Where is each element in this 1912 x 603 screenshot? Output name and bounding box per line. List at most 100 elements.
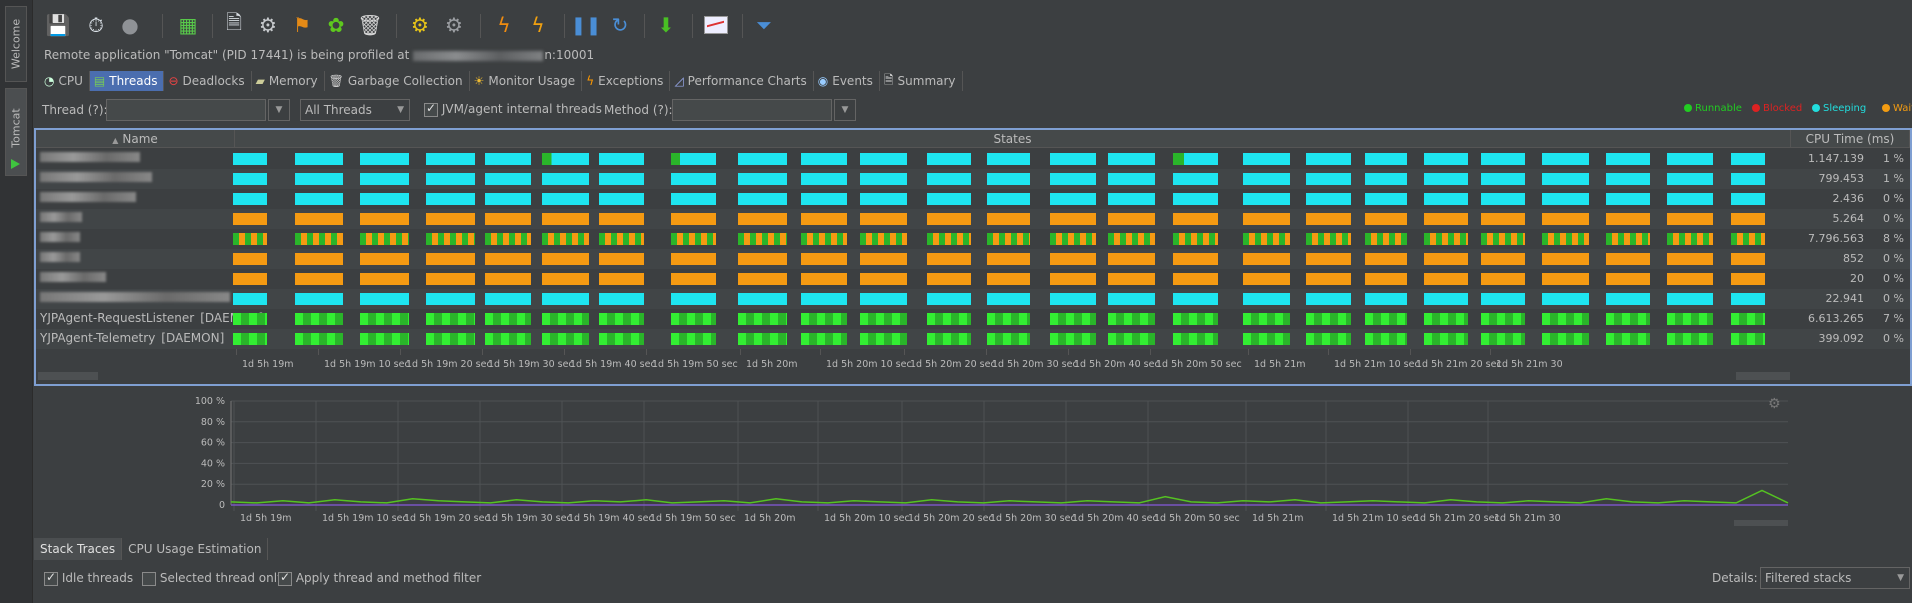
side-tab-tomcat-label: Tomcat [9, 107, 23, 148]
scroll-thumb[interactable] [1736, 372, 1790, 380]
state-segment [542, 173, 589, 185]
state-segment [1542, 193, 1589, 205]
cpu-column-header[interactable]: CPU Time (ms) [1791, 130, 1910, 148]
state-segment [426, 333, 475, 345]
state-segment [1667, 233, 1713, 245]
state-segment [1481, 273, 1525, 285]
state-segment [426, 253, 475, 265]
tab-exceptions[interactable]: ϟ Exceptions [582, 71, 671, 91]
cpu-percent-value: 0 % [1883, 272, 1904, 285]
tab-threads[interactable]: ▤ Threads [89, 71, 165, 91]
apply-filter-checkbox[interactable]: Apply thread and method filter [278, 570, 481, 586]
tab-cpu-usage-estimation[interactable]: CPU Usage Estimation [122, 538, 269, 560]
state-segment [295, 273, 343, 285]
tab-stack-traces[interactable]: Stack Traces [34, 538, 123, 560]
state-segment [426, 213, 475, 225]
legend-dot-icon [1882, 104, 1890, 112]
cpu-gear-icon[interactable]: ⚙ [406, 11, 434, 39]
tab-label: Monitor Usage [488, 74, 576, 88]
export-icon[interactable]: 🗎 [220, 10, 248, 39]
table-row[interactable]: YJPAgent-Telemetry [DAEMON] 399.092 0 % [36, 329, 1910, 349]
state-segment [542, 273, 589, 285]
details-select[interactable]: Filtered stacks ▼ [1760, 567, 1910, 589]
x-tick-label: 1d 5h 19m 20 sec [404, 513, 490, 524]
tab-cpu[interactable]: ◔ CPU [40, 71, 90, 91]
thread-filter-input[interactable] [106, 99, 266, 121]
capture-memory-icon[interactable]: ● [116, 11, 144, 39]
thread-name: YJPAgent-RequestListener [DAEMON] [40, 311, 263, 325]
state-segment [1481, 153, 1525, 165]
flag-icon[interactable]: ⚑ [288, 11, 316, 39]
refresh-icon[interactable]: ↻ [606, 11, 634, 39]
state-segment [927, 333, 971, 345]
tab-label: Summary [897, 74, 956, 88]
state-segment [927, 253, 971, 265]
tab-monitor-usage[interactable]: ☀ Monitor Usage [470, 71, 583, 91]
horizontal-scrollbar[interactable] [38, 372, 98, 380]
legend-dot-icon [1812, 104, 1820, 112]
state-segment [1731, 213, 1765, 225]
toolbar: 💾 ⏱ ● ▦ 🗎 ⚙ ⚑ ✿ 🗑 ⚙ ⚙ ϟ ϟ ❚❚ ↻ ⬇ ⏷ [34, 8, 794, 46]
state-segment [1173, 313, 1218, 325]
pause-icon[interactable]: ❚❚ [571, 11, 601, 39]
table-row[interactable]: 7.796.563 8 % [36, 229, 1910, 249]
state-segment [1050, 273, 1096, 285]
table-row[interactable]: YJPAgent-RequestListener [DAEMON] 6.613.26… [36, 309, 1910, 329]
state-segment [1667, 313, 1713, 325]
table-row[interactable]: 1.147.139 1 % [36, 149, 1910, 169]
lightning-icon[interactable]: ϟ [490, 11, 518, 39]
tab-events[interactable]: ◉ Events [814, 71, 880, 91]
cpu-time-value: 399.092 [1818, 332, 1865, 345]
run-gc-icon[interactable]: ⚙ [254, 11, 282, 39]
side-tab-tomcat[interactable]: Tomcat [5, 88, 27, 176]
thread-scope-select[interactable]: All Threads ▼ [300, 99, 410, 121]
table-row[interactable]: 5.264 0 % [36, 209, 1910, 229]
table-row[interactable]: 2.436 0 % [36, 189, 1910, 209]
table-row[interactable]: 22.941 0 % [36, 289, 1910, 309]
states-column-header[interactable]: States [235, 130, 1791, 148]
chart-icon[interactable] [702, 11, 730, 39]
timeline-tick-label: 1d 5h 20m 10 sec [826, 359, 912, 370]
tab-summary[interactable]: 🗎 Summary [880, 71, 963, 91]
filter-icon[interactable]: ⏷ [750, 11, 778, 39]
x-tick-label: 1d 5h 19m 10 sec [322, 513, 408, 524]
tab-deadlocks[interactable]: ⊖ Deadlocks [164, 71, 252, 91]
deadlock-icon: ⊖ [168, 74, 179, 88]
settings-gears-icon[interactable]: ✿ [322, 11, 350, 39]
gear-icon[interactable]: ⚙ [440, 11, 468, 39]
memory-snapshot-icon[interactable]: ▦ [174, 11, 202, 39]
table-row[interactable]: 799.453 1 % [36, 169, 1910, 189]
state-segment [1667, 273, 1713, 285]
state-segment [927, 233, 971, 245]
trash-icon[interactable]: 🗑 [356, 11, 384, 39]
state-segment [738, 273, 787, 285]
save-snapshot-icon[interactable]: 💾 [44, 11, 72, 39]
download-arrow-icon[interactable]: ⬇ [652, 11, 680, 39]
side-tab-welcome[interactable]: Welcome [5, 6, 27, 82]
table-row[interactable]: 852 0 % [36, 249, 1910, 269]
state-segment [1481, 313, 1525, 325]
thread-filter-history-button[interactable]: ▼ [268, 99, 290, 121]
state-segment [1667, 193, 1713, 205]
state-segment [1606, 233, 1650, 245]
tab-garbage-collection[interactable]: 🗑 Garbage Collection [325, 71, 470, 91]
capture-performance-icon[interactable]: ⏱ [82, 11, 110, 39]
timeline-tick-label: 1d 5h 20m 50 sec [1156, 359, 1242, 370]
state-segment [1173, 213, 1218, 225]
table-row[interactable]: 20 0 % [36, 269, 1910, 289]
jvm-internal-checkbox[interactable]: JVM/agent internal threads [424, 101, 602, 117]
method-filter-history-button[interactable]: ▼ [834, 99, 856, 121]
method-filter-input[interactable] [672, 99, 832, 121]
idle-threads-checkbox[interactable]: Idle threads [44, 570, 133, 586]
chart-scroll-thumb[interactable] [1734, 520, 1788, 526]
tab-memory[interactable]: ▰ Memory [252, 71, 325, 91]
lightning-star-icon[interactable]: ϟ [524, 11, 552, 39]
state-segment [1606, 253, 1650, 265]
tab-performance-charts[interactable]: ◿ Performance Charts [670, 71, 814, 91]
state-segment [360, 193, 409, 205]
state-segment [485, 193, 531, 205]
selected-thread-only-checkbox[interactable]: Selected thread only [142, 571, 284, 586]
chart-settings-icon[interactable]: ⚙ [1768, 396, 1781, 412]
name-column-header[interactable]: ▲ Name [36, 130, 235, 148]
state-segment [1481, 253, 1525, 265]
